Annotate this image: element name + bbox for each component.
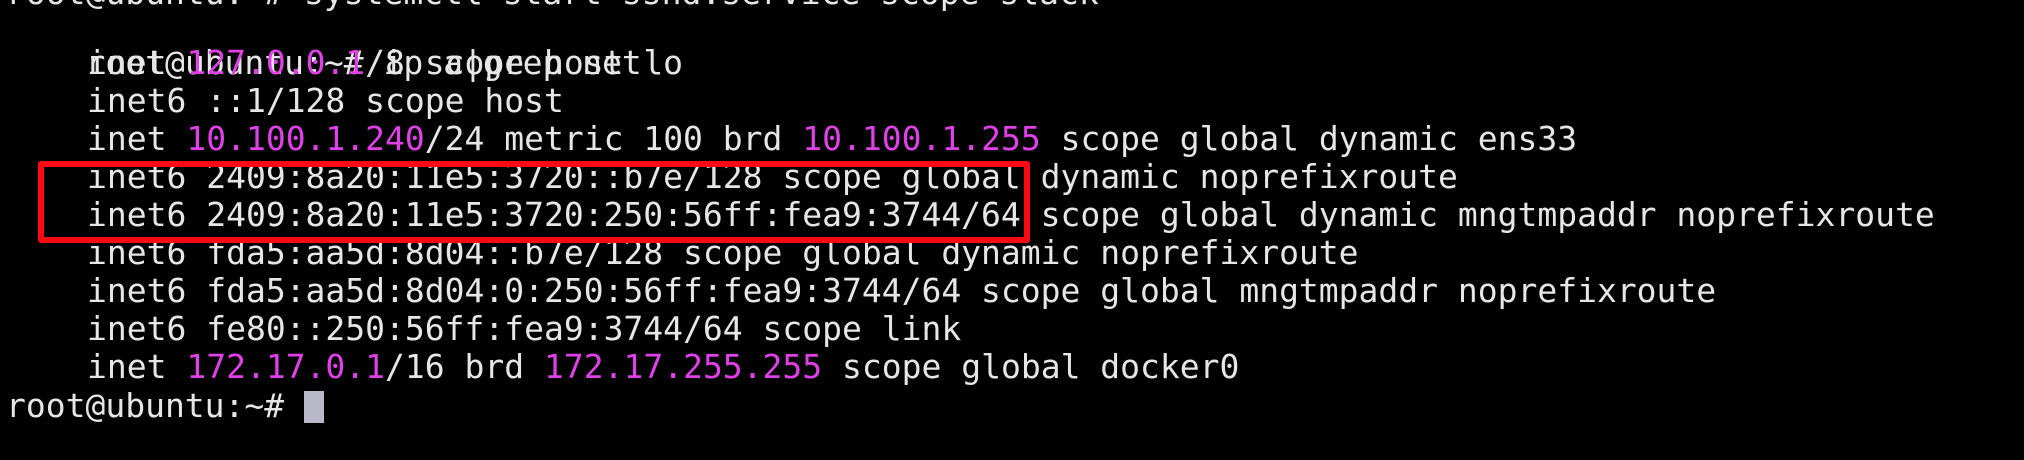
ip-address: 127.0.0.1 [186, 43, 366, 82]
keyword: inet [87, 347, 167, 386]
annotation-highlight-box [38, 161, 1030, 243]
line-text: fda5:aa5d:8d04:0:250:56ff:fea9:3744/64 s… [186, 271, 1717, 310]
line-text: /16 brd [385, 347, 544, 386]
command-line: root@ubuntu:~# ip a|grep net [6, 6, 641, 82]
line-text: ::1/128 scope host [186, 81, 564, 120]
line-text: /8 scope host lo [365, 43, 684, 82]
line-text: fe80::250:56ff:fea9:3744/64 scope link [186, 309, 962, 348]
line-text: /24 metric 100 brd [424, 119, 803, 158]
output-line-9: inet 172.17.0.1/16 brd 172.17.255.255 sc… [6, 348, 1239, 386]
output-line-8: inet6 fe80::250:56ff:fea9:3744/64 scope … [6, 310, 961, 348]
keyword: inet6 [87, 271, 187, 310]
ip-address: 172.17.0.1 [186, 347, 386, 386]
shell-prompt: root@ubuntu:~# [6, 386, 305, 425]
terminal-window[interactable]: root@ubuntu:~# systemctl start sshd.serv… [0, 0, 2024, 460]
output-line-7: inet6 fda5:aa5d:8d04:0:250:56ff:fea9:374… [6, 272, 1716, 310]
keyword: inet [87, 43, 167, 82]
line-text: scope global dynamic ens33 [1040, 119, 1578, 158]
line-text: scope global docker0 [822, 347, 1240, 386]
keyword: inet [87, 119, 167, 158]
text-cursor [304, 391, 325, 423]
ip-address: 10.100.1.240 [186, 119, 425, 158]
broadcast-address: 172.17.255.255 [544, 347, 823, 386]
keyword: inet6 [87, 309, 187, 348]
output-line-3: inet 10.100.1.240/24 metric 100 brd 10.1… [6, 120, 1577, 158]
broadcast-address: 10.100.1.255 [802, 119, 1041, 158]
output-line-2: inet6 ::1/128 scope host [6, 82, 564, 120]
prompt-line[interactable]: root@ubuntu:~# [6, 386, 325, 425]
keyword: inet6 [87, 81, 187, 120]
output-line-1: inet 127.0.0.1/8 scope host lo [6, 44, 683, 82]
